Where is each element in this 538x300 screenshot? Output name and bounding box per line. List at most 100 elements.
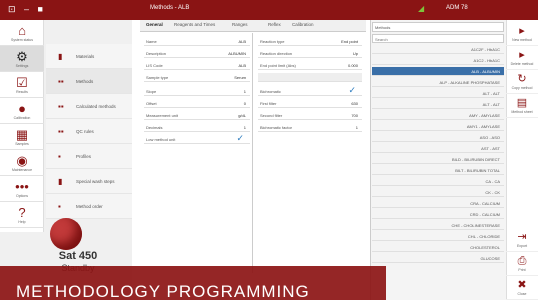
field-label: Reaction direction: [260, 51, 293, 56]
window-title: Methods - ALB: [150, 5, 190, 11]
profile-icon: ▪: [58, 151, 61, 161]
search-input[interactable]: Search: [372, 34, 504, 43]
field-value[interactable]: 1: [244, 89, 246, 94]
list-item[interactable]: AMY1 - AMYLASE: [372, 122, 504, 131]
list-item[interactable]: AST - AST: [372, 144, 504, 153]
copy-method-button[interactable]: ↻ Copy method: [506, 70, 538, 94]
subnav-label: QC rules: [76, 128, 94, 134]
nav-results[interactable]: ☑ Results: [0, 72, 44, 98]
gear-icon: ⚙: [16, 48, 28, 64]
nav-help[interactable]: ? Help: [0, 202, 44, 228]
field-label: Description: [146, 51, 167, 56]
field-decimals[interactable]: Decimals 1: [144, 123, 250, 132]
field-endpoint-limit[interactable]: End point limit (Abs) 0.000: [258, 61, 362, 70]
field-value[interactable]: End point: [341, 39, 358, 44]
list-item[interactable]: ALP - ALKALINE PHOSPHATASE: [372, 78, 504, 87]
field-value[interactable]: 0.000: [348, 63, 358, 68]
method-sheet-button[interactable]: ▤ Method sheet: [506, 94, 538, 118]
field-name[interactable]: Name ALB: [144, 37, 250, 46]
field-label: Decimals: [146, 125, 163, 130]
field-value[interactable]: 700: [351, 113, 358, 118]
order-icon: ▪: [58, 201, 61, 211]
list-item[interactable]: CHE - CHOLINESTERASE: [372, 221, 504, 230]
nav-settings[interactable]: ⚙ Settings: [0, 46, 44, 72]
field-low-method-unit[interactable]: Low method unit ✓: [144, 133, 250, 144]
nav-maintenance[interactable]: ◉ Maintenance: [0, 150, 44, 176]
list-item[interactable]: GLUCOSE: [372, 254, 504, 263]
close-icon: ✖: [517, 278, 527, 291]
field-value[interactable]: Up: [353, 51, 358, 56]
subnav-materials[interactable]: ▮ Materials: [46, 44, 132, 69]
list-item[interactable]: ALT - ALT: [372, 100, 504, 109]
new-method-button[interactable]: ▸ New method: [506, 22, 538, 46]
subnav-calculated-methods[interactable]: ▪▪ Calculated methods: [46, 94, 132, 119]
list-header[interactable]: Methods: [372, 22, 504, 32]
print-button[interactable]: ⎙ Print: [506, 252, 538, 276]
field-value[interactable]: 630: [351, 101, 358, 106]
nav-calibration[interactable]: ● Calibration: [0, 98, 44, 124]
close-button[interactable]: ✖ Close: [506, 276, 538, 300]
field-value[interactable]: 0: [244, 101, 246, 106]
nav-samples[interactable]: ▦ Samples: [0, 124, 44, 150]
list-item[interactable]: CRA - CALCIUM: [372, 199, 504, 208]
field-sample-type[interactable]: Sample type Serum: [144, 73, 250, 82]
window-controls[interactable]: ⊡ ‒ ■: [8, 4, 46, 15]
check-icon[interactable]: ✓: [348, 85, 356, 96]
list-item[interactable]: CA - CA: [372, 177, 504, 186]
field-value[interactable]: ALBUMIN: [228, 51, 246, 56]
copy-icon: ↻: [517, 72, 527, 85]
field-first-filter[interactable]: First filter 630: [258, 99, 362, 108]
subnav-method-order[interactable]: ▪ Method order: [46, 194, 132, 219]
subnav-qc-rules[interactable]: ▪▪ QC rules: [46, 119, 132, 144]
field-reaction-direction[interactable]: Reaction direction Up: [258, 49, 362, 58]
field-value[interactable]: ALB: [238, 63, 246, 68]
tab-reflex[interactable]: Reflex: [268, 22, 281, 27]
field-label: Second filter: [260, 113, 283, 118]
field-label: LIS Code: [146, 63, 163, 68]
subnav-methods[interactable]: ▪▪ Methods: [46, 69, 132, 94]
field-measurement-unit[interactable]: Measurement unit g/dL: [144, 111, 250, 120]
tube-icon: ▮: [58, 51, 63, 61]
field-value[interactable]: 1: [356, 125, 358, 130]
field-bichromatic-factor[interactable]: Bichromatic factor 1: [258, 123, 362, 132]
tab-reagents[interactable]: Reagents and Times: [174, 22, 215, 27]
list-item[interactable]: CHL - CHLORIDE: [372, 232, 504, 241]
button-label: Export: [516, 243, 528, 248]
more-icon: •••: [15, 178, 29, 194]
field-value[interactable]: Serum: [234, 75, 246, 80]
field-description[interactable]: Description ALBUMIN: [144, 49, 250, 58]
list-item[interactable]: CRD - CALCIUM: [372, 210, 504, 219]
list-item[interactable]: AMY - AMYLASE: [372, 111, 504, 120]
subnav-label: Calculated methods: [76, 103, 116, 109]
tab-bar: General Reagents and Times Ranges Reflex…: [140, 20, 366, 32]
list-item[interactable]: BILD - BILIRUBIN DIRECT: [372, 155, 504, 164]
field-slope[interactable]: Slope 1: [144, 87, 250, 96]
field-bichromatic[interactable]: Bichromatic ✓: [258, 85, 362, 96]
delete-method-button[interactable]: ▸ Delete method: [506, 46, 538, 70]
nav-label: Results: [16, 89, 28, 94]
export-button[interactable]: ⇥ Export: [506, 228, 538, 252]
list-item[interactable]: A1C2F - HbA1C: [372, 45, 504, 54]
field-value[interactable]: g/dL: [238, 113, 246, 118]
tab-ranges[interactable]: Ranges: [232, 22, 248, 27]
field-value[interactable]: 1: [244, 125, 246, 130]
nav-system-status[interactable]: ⌂ System status: [0, 20, 44, 46]
list-item[interactable]: A1C2 - HbA1C: [372, 56, 504, 65]
check-icon[interactable]: ✓: [236, 133, 244, 144]
list-item[interactable]: ASO - ASO: [372, 133, 504, 142]
list-item[interactable]: ALT - ALT: [372, 89, 504, 98]
field-offset[interactable]: Offset 0: [144, 99, 250, 108]
tab-general[interactable]: General: [146, 22, 163, 27]
list-item[interactable]: ALB - ALBUMIN: [372, 67, 504, 76]
field-reaction-type[interactable]: Reaction type End point: [258, 37, 362, 46]
list-item[interactable]: BILT - BILIRUBIN TOTAL: [372, 166, 504, 175]
tab-calibration[interactable]: Calibration: [292, 22, 314, 27]
subnav-special-wash[interactable]: ▮ Special wash steps: [46, 169, 132, 194]
list-item[interactable]: CK - CK: [372, 188, 504, 197]
nav-options[interactable]: ••• Options: [0, 176, 44, 202]
field-lis-code[interactable]: LIS Code ALB: [144, 61, 250, 70]
subnav-profiles[interactable]: ▪ Profiles: [46, 144, 132, 169]
field-second-filter[interactable]: Second filter 700: [258, 111, 362, 120]
list-item[interactable]: CHOLESTEROL: [372, 243, 504, 252]
field-value[interactable]: ALB: [238, 39, 246, 44]
